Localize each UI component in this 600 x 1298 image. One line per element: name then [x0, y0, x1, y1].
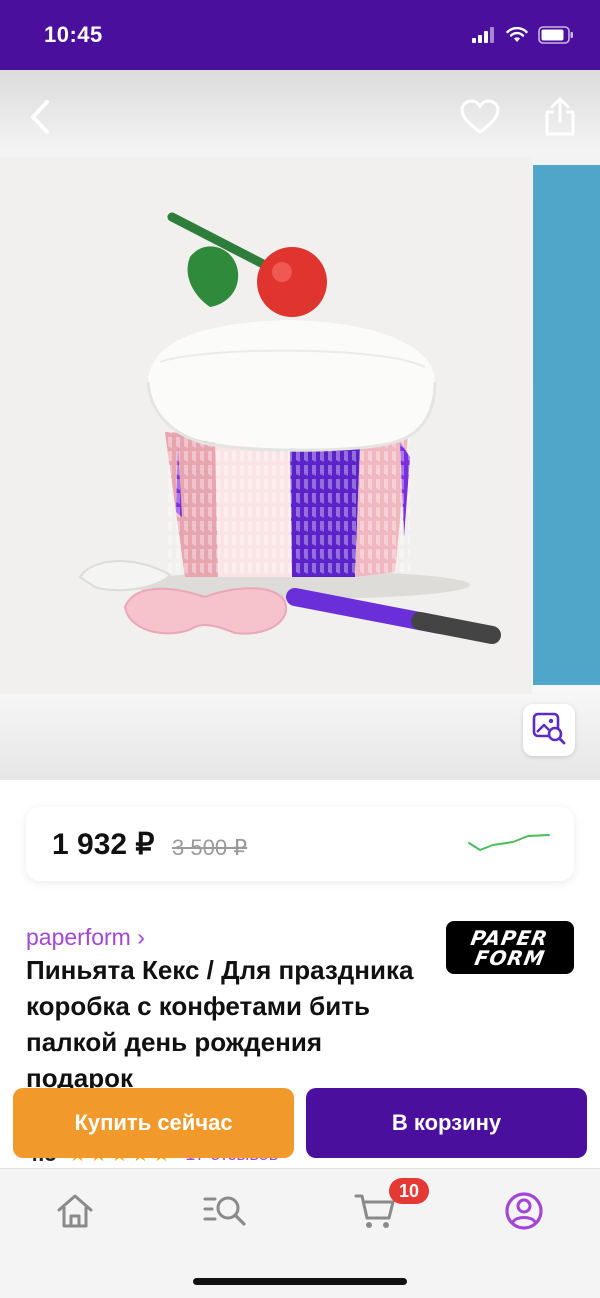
- signal-icon: [472, 27, 496, 48]
- product-image[interactable]: [0, 157, 532, 694]
- home-indicator: [193, 1278, 407, 1285]
- brand-logo-line-2: FORM: [472, 945, 548, 970]
- brand-link[interactable]: paperform ›: [26, 924, 145, 951]
- tab-home[interactable]: [53, 1191, 97, 1235]
- share-button[interactable]: [537, 96, 583, 142]
- buy-now-button[interactable]: Купить сейчас: [13, 1088, 294, 1158]
- image-search-icon: [531, 711, 567, 750]
- cart-icon: [354, 1192, 396, 1235]
- heart-icon: [460, 99, 500, 140]
- image-search-button[interactable]: [523, 704, 575, 756]
- share-icon: [543, 97, 577, 142]
- next-product-image[interactable]: [533, 165, 600, 685]
- old-price: 3 500 ₽: [172, 835, 248, 860]
- cupcake-pinata-illustration: [78, 212, 501, 644]
- price-trend-line: [468, 834, 550, 851]
- chevron-left-icon: [27, 99, 53, 140]
- add-to-cart-button[interactable]: В корзину: [306, 1088, 587, 1158]
- catalog-search-icon: [203, 1193, 247, 1234]
- price-card[interactable]: 1 932 ₽ 3 500 ₽: [26, 807, 574, 881]
- profile-icon: [504, 1191, 544, 1236]
- home-icon: [56, 1193, 94, 1234]
- tab-catalog[interactable]: [203, 1191, 247, 1235]
- back-button[interactable]: [17, 96, 63, 142]
- cart-count-badge: 10: [389, 1178, 429, 1204]
- wifi-icon: [506, 26, 528, 48]
- status-icons: [472, 26, 574, 49]
- tab-profile[interactable]: [502, 1191, 546, 1235]
- product-title: Пиньята Кекс / Для праздника коробка с к…: [26, 955, 414, 1089]
- price-history-sparkline[interactable]: [468, 829, 550, 858]
- status-time: 10:45: [44, 22, 103, 47]
- brand-logo[interactable]: PAPER FORM: [446, 921, 574, 974]
- brand-logo-line-1: PAPER: [469, 925, 551, 950]
- battery-icon: [538, 26, 574, 49]
- current-price: 1 932 ₽: [52, 828, 155, 861]
- status-bar: 10:45: [0, 0, 600, 70]
- favorite-button[interactable]: [457, 96, 503, 142]
